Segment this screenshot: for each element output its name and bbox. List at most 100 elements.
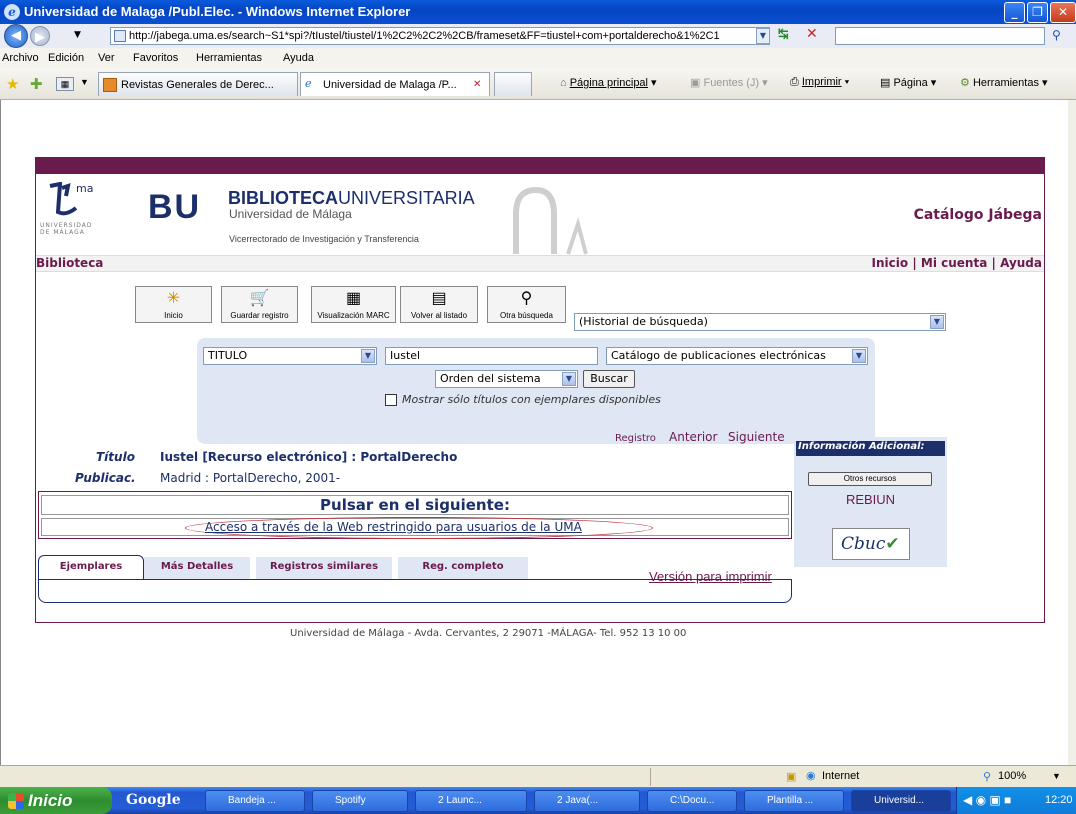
tray-icons[interactable]: ◀ ◉ ▣ ■ [963, 793, 1011, 807]
tab-ejemplares[interactable]: Ejemplares [38, 555, 144, 579]
feeds-command[interactable]: ▣ Fuentes (J) ▾ [690, 76, 768, 89]
marc-grid-icon: ▦ [345, 290, 362, 307]
guardar-registro-label: Guardar registro [230, 311, 289, 320]
task-spotify-label: Spotify [335, 795, 366, 806]
search-term-input[interactable]: Iustel [385, 347, 598, 365]
window-title-bar[interactable]: e Universidad de Malaga /Publ.Elec. - Wi… [0, 0, 1076, 24]
inicio-button[interactable]: ✳ Inicio [135, 286, 212, 323]
zoom-dropdown[interactable]: ▼ [1052, 771, 1061, 781]
tab-list-dropdown[interactable]: ▼ [80, 77, 89, 87]
windows-logo-icon [8, 793, 24, 809]
cbuc-logo[interactable]: Cbuc✔ [832, 528, 910, 560]
home-command[interactable]: ⌂ Página principal ▾ [560, 76, 657, 89]
zoom-icon: ⚲ [983, 771, 992, 783]
mi-cuenta-link[interactable]: Mi cuenta [921, 256, 987, 270]
tab-mas-detalles[interactable]: Más Detalles [144, 557, 250, 579]
task-documents-label: C:\Docu... [670, 795, 715, 806]
internet-zone-icon: ◉ [806, 770, 816, 782]
minimize-button[interactable]: _ [1004, 2, 1025, 23]
favorites-star-icon[interactable]: ★ [6, 75, 19, 93]
catalog-select[interactable]: Catálogo de publicaciones electrónicas ▼ [606, 347, 868, 365]
catalog-title: Catálogo Jábega [913, 207, 1042, 223]
task-java[interactable]: 2 Java(... [534, 790, 640, 812]
chevron-down-icon: ▼ [930, 315, 944, 329]
quick-tabs-icon[interactable]: ▦ [56, 77, 74, 91]
print-command[interactable]: ⎙ Imprimir ▾ [790, 76, 849, 89]
tab-registros-similares[interactable]: Registros similares [256, 557, 392, 579]
tab-universidad-label: Universidad de Malaga /P... [323, 79, 457, 91]
zoom-level[interactable]: 100% [998, 770, 1026, 782]
rebiun-link[interactable]: REBIUN [794, 492, 947, 507]
start-label: Inicio [28, 791, 73, 810]
home-label: Página principal [569, 77, 648, 89]
page-command[interactable]: ▤ Página ▾ [880, 76, 936, 89]
search-icon[interactable]: ⚲ [1052, 28, 1061, 42]
otra-busqueda-button[interactable]: ⚲ Otra búsqueda [487, 286, 566, 323]
security-icon: ▣ [786, 771, 797, 783]
tab-universidad[interactable]: e Universidad de Malaga /P... ✕ [300, 72, 490, 96]
menu-edicion[interactable]: Edición [48, 52, 84, 64]
volver-listado-button[interactable]: ▤ Volver al listado [400, 286, 478, 323]
biblioteca-rest: UNIVERSITARIA [338, 188, 475, 208]
close-tab-icon[interactable]: ✕ [473, 79, 481, 90]
task-universidad[interactable]: Universid... [851, 790, 951, 812]
bu-logo: BU [148, 188, 202, 226]
live-search-input[interactable] [835, 27, 1045, 45]
otros-recursos-button[interactable]: Otros recursos [808, 472, 932, 486]
favicon-icon [103, 78, 117, 92]
task-bandeja-label: Bandeja ... [228, 795, 276, 806]
new-tab-button[interactable] [494, 72, 532, 96]
site-header: ma UNIVERSIDAD DE MÁLAGA BU BIBLIOTECAUN… [36, 174, 1044, 255]
back-button[interactable]: ◀ [4, 24, 28, 48]
task-java-label: 2 Java(... [557, 795, 599, 806]
menu-herramientas[interactable]: Herramientas [196, 52, 262, 64]
start-button[interactable]: Inicio [0, 787, 112, 814]
history-value: (Historial de búsqueda) [579, 315, 708, 328]
menu-ver[interactable]: Ver [98, 52, 115, 64]
maximize-button[interactable]: ❐ [1027, 2, 1048, 23]
task-bandeja[interactable]: Bandeja ... [205, 790, 305, 812]
add-favorite-icon[interactable]: ✚ [30, 75, 43, 93]
library-nav-bar: Biblioteca Inicio | Mi cuenta | Ayuda [36, 255, 1044, 272]
link-separator: | [912, 256, 917, 270]
tab-revistas[interactable]: Revistas Generales de Derec... [98, 72, 298, 96]
tools-command[interactable]: ⚙ Herramientas ▾ [960, 76, 1048, 89]
task-plantilla-label: Plantilla ... [767, 795, 814, 806]
top-band [35, 157, 1045, 174]
menu-ayuda[interactable]: Ayuda [283, 52, 314, 64]
address-input[interactable]: http://jabega.uma.es/search~S1*spi?/tIus… [110, 27, 770, 45]
task-spotify[interactable]: Spotify [312, 790, 408, 812]
tab-reg-completo[interactable]: Reg. completo [398, 557, 528, 579]
system-tray: ◀ ◉ ▣ ■ 12:20 [956, 787, 1076, 814]
stop-icon[interactable]: ✕ [806, 26, 818, 42]
visualizacion-marc-button[interactable]: ▦ Visualización MARC [311, 286, 396, 323]
inicio-link[interactable]: Inicio [872, 256, 909, 270]
task-documents[interactable]: C:\Docu... [647, 790, 737, 812]
forward-button[interactable]: ▶ [30, 26, 50, 46]
guardar-registro-button[interactable]: 🛒 Guardar registro [221, 286, 298, 323]
menu-archivo[interactable]: Archivo [2, 52, 39, 64]
available-only-checkbox[interactable] [385, 394, 397, 406]
clock[interactable]: 12:20 [1045, 794, 1073, 806]
recent-pages-dropdown[interactable]: ▼ [74, 30, 81, 40]
chevron-down-icon: ▼ [562, 372, 576, 386]
buscar-button[interactable]: Buscar [583, 370, 635, 388]
refresh-icon[interactable]: ↹ [778, 27, 789, 42]
print-label: Imprimir [801, 76, 842, 88]
google-toolbar[interactable]: Google [126, 792, 181, 808]
anterior-link[interactable]: Anterior [669, 430, 717, 444]
search-field-select[interactable]: TITULO ▼ [203, 347, 377, 365]
task-launch[interactable]: 2 Launc... [415, 790, 527, 812]
task-plantilla[interactable]: Plantilla ... [744, 790, 844, 812]
siguiente-link[interactable]: Siguiente [728, 430, 785, 444]
sort-order-select[interactable]: Orden del sistema ▼ [435, 370, 578, 388]
close-window-button[interactable]: ✕ [1050, 2, 1076, 23]
history-select[interactable]: (Historial de búsqueda) ▼ [574, 313, 946, 331]
registro-label: Registro [615, 433, 656, 444]
ayuda-link[interactable]: Ayuda [1000, 256, 1042, 270]
access-link[interactable]: Acceso a través de la Web restringido pa… [205, 520, 582, 534]
cbuc-mark-icon: ✔ [885, 534, 900, 554]
vertical-scrollbar[interactable] [1068, 100, 1076, 765]
address-dropdown[interactable]: ▼ [756, 28, 770, 44]
menu-favoritos[interactable]: Favoritos [133, 52, 178, 64]
